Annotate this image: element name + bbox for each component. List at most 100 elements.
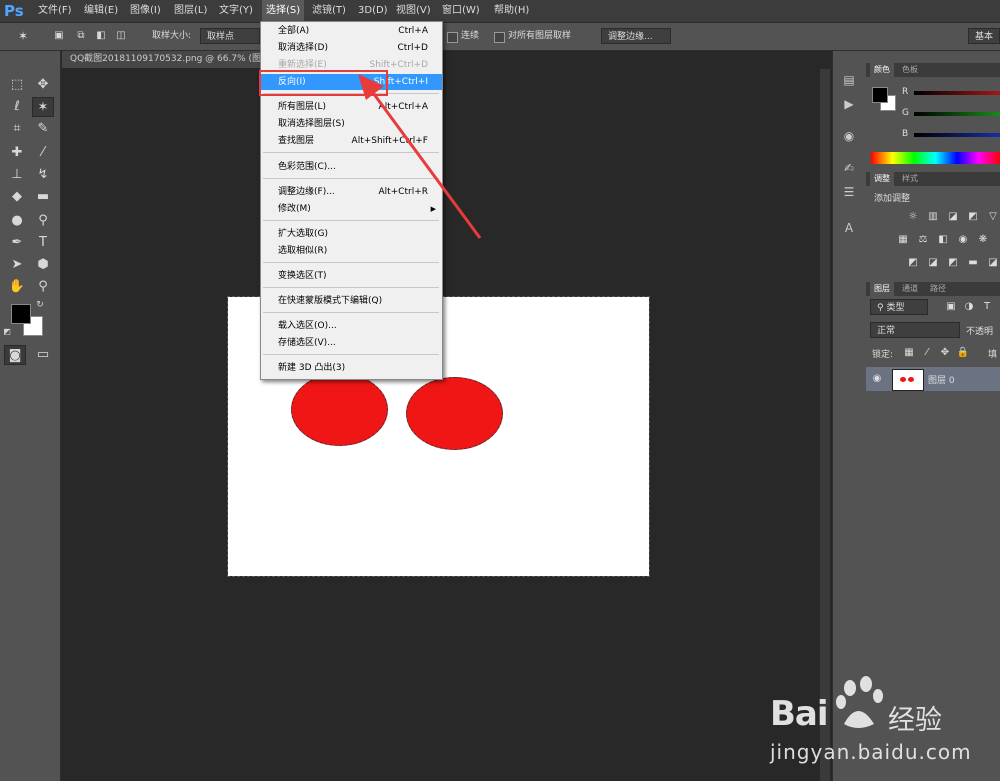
color-spectrum[interactable]	[871, 152, 1000, 164]
stamp-tool-icon[interactable]: ⊥	[6, 165, 28, 185]
eyedropper-tool-icon[interactable]: ✎	[32, 119, 54, 139]
exposure-icon[interactable]: ◩	[966, 211, 980, 223]
levels-icon[interactable]: ▥	[926, 211, 940, 223]
menu-item-transform[interactable]: 变换选区(T)	[261, 268, 442, 284]
document-tab[interactable]: QQ截图20181109170532.png @ 66.7% (图	[62, 51, 271, 68]
bw-icon[interactable]: ◧	[936, 234, 950, 246]
shape-tool-icon[interactable]: ⬢	[32, 255, 54, 275]
brush-tool-icon[interactable]: ⁄	[32, 143, 54, 163]
posterize-icon[interactable]: ◪	[926, 257, 940, 269]
path-select-icon[interactable]: ➤	[6, 255, 28, 275]
blur-tool-icon[interactable]: ●	[6, 211, 28, 231]
lasso-tool-icon[interactable]: ℓ	[6, 97, 28, 117]
threshold-icon[interactable]: ◩	[946, 257, 960, 269]
history-panel-icon[interactable]: ▤	[839, 71, 859, 89]
menu-help[interactable]: 帮助(H)	[490, 0, 533, 22]
menu-item-similar[interactable]: 选取相似(R)	[261, 243, 442, 259]
new-selection-icon[interactable]: ▣	[52, 26, 66, 46]
menu-select[interactable]: 选择(S)	[262, 0, 305, 22]
gradient-map-icon[interactable]: ▬	[966, 257, 980, 269]
intersect-selection-icon[interactable]: ◫	[114, 26, 128, 46]
lock-pixels-icon[interactable]: ▦	[902, 347, 916, 359]
contiguous-checkbox[interactable]	[447, 32, 458, 43]
selective-color-icon[interactable]: ◪	[986, 257, 1000, 269]
menu-file[interactable]: 文件(F)	[34, 0, 76, 22]
subtract-selection-icon[interactable]: ◧	[94, 26, 108, 46]
healing-tool-icon[interactable]: ✚	[6, 143, 28, 163]
curves-icon[interactable]: ◪	[946, 211, 960, 223]
crop-tool-icon[interactable]: ⌗	[6, 119, 28, 139]
magic-wand-tool-icon[interactable]: ✶	[32, 97, 54, 117]
eraser-tool-icon[interactable]: ◆	[6, 187, 28, 207]
menu-type[interactable]: 文字(Y)	[215, 0, 257, 22]
sample-size-select[interactable]: 取样点	[200, 28, 260, 44]
magic-wand-preset-icon[interactable]: ✶	[12, 26, 34, 46]
layer-row[interactable]: ◉ 图层 0	[866, 367, 1000, 391]
menu-item-quick-mask[interactable]: 在快速蒙版模式下编辑(Q)	[261, 293, 442, 309]
brush-panel-icon[interactable]: ✍	[839, 159, 859, 177]
info-panel-icon[interactable]: ◉	[839, 127, 859, 145]
marquee-tool-icon[interactable]: ⬚	[6, 75, 28, 95]
brightness-icon[interactable]: ☼	[906, 211, 920, 223]
menu-edit[interactable]: 编辑(E)	[80, 0, 122, 22]
character-panel-icon[interactable]: A	[839, 219, 859, 237]
menu-item-save-selection[interactable]: 存储选区(V)...	[261, 335, 442, 351]
tab-channels[interactable]: 通道	[898, 282, 922, 296]
zoom-tool-icon[interactable]: ⚲	[32, 277, 54, 297]
layer-visibility-icon[interactable]: ◉	[870, 373, 884, 385]
all-layers-checkbox[interactable]	[494, 32, 505, 43]
dodge-tool-icon[interactable]: ⚲	[32, 211, 54, 231]
menu-layer[interactable]: 图层(L)	[170, 0, 211, 22]
refine-edge-button[interactable]: 调整边缘...	[601, 28, 671, 44]
gradient-tool-icon[interactable]: ▬	[32, 187, 54, 207]
menu-3d[interactable]: 3D(D)	[354, 0, 392, 22]
menu-window[interactable]: 窗口(W)	[438, 0, 484, 22]
mixer-icon[interactable]: ❋	[976, 234, 990, 246]
default-colors-icon[interactable]: ◩	[2, 327, 12, 337]
contiguous-label: 连续	[461, 31, 480, 41]
channel-g-slider[interactable]	[914, 112, 1000, 116]
actions-play-icon[interactable]: ▶	[839, 95, 859, 113]
filter-pixel-icon[interactable]: ▣	[944, 301, 958, 313]
filter-type-icon[interactable]: T	[980, 301, 994, 313]
tab-paths[interactable]: 路径	[926, 282, 950, 296]
hand-tool-icon[interactable]: ✋	[6, 277, 28, 297]
history-brush-icon[interactable]: ↯	[32, 165, 54, 185]
foreground-color-swatch[interactable]	[11, 304, 31, 324]
balance-icon[interactable]: ⚖	[916, 234, 930, 246]
menu-item-all[interactable]: 全部(A) Ctrl+A	[261, 23, 442, 39]
tab-layers[interactable]: 图层	[870, 282, 894, 296]
pen-tool-icon[interactable]: ✒	[6, 233, 28, 253]
menu-item-load-selection[interactable]: 载入选区(O)...	[261, 318, 442, 334]
workspace-button[interactable]: 基本	[968, 28, 1000, 44]
menu-view[interactable]: 视图(V)	[392, 0, 435, 22]
menu-item-deselect[interactable]: 取消选择(D) Ctrl+D	[261, 40, 442, 56]
tab-styles[interactable]: 样式	[898, 172, 922, 186]
menu-filter[interactable]: 滤镜(T)	[308, 0, 350, 22]
vibrance-icon[interactable]: ▽	[986, 211, 1000, 223]
screen-mode-icon[interactable]: ▭	[32, 345, 54, 365]
swap-colors-icon[interactable]: ↻	[34, 299, 46, 311]
color-fg-swatch[interactable]	[872, 87, 888, 103]
lock-all-icon[interactable]: 🔒	[956, 347, 970, 359]
add-selection-icon[interactable]: ⧉	[74, 26, 88, 46]
hue-icon[interactable]: ▦	[896, 234, 910, 246]
tab-swatches[interactable]: 色板	[898, 63, 922, 77]
channel-b-slider[interactable]	[914, 133, 1000, 137]
tab-adjustments[interactable]: 调整	[870, 172, 894, 186]
channel-r-slider[interactable]	[914, 91, 1000, 95]
menu-image[interactable]: 图像(I)	[126, 0, 165, 22]
lock-paint-icon[interactable]: ⁄	[920, 347, 934, 359]
menu-item-3d-extrusion[interactable]: 新建 3D 凸出(3)	[261, 360, 442, 376]
lock-position-icon[interactable]: ✥	[938, 347, 952, 359]
invert-icon[interactable]: ◩	[906, 257, 920, 269]
tab-color[interactable]: 颜色	[870, 63, 894, 77]
quick-mask-icon[interactable]: ◙	[4, 345, 26, 365]
move-tool-icon[interactable]: ✥	[32, 75, 54, 95]
filter-adjust-icon[interactable]: ◑	[962, 301, 976, 313]
blend-mode-select[interactable]: 正常	[870, 322, 960, 338]
photo-filter-icon[interactable]: ◉	[956, 234, 970, 246]
layer-filter-select[interactable]: ⚲ 类型	[870, 299, 928, 315]
type-tool-icon[interactable]: T	[32, 233, 54, 253]
properties-panel-icon[interactable]: ☰	[839, 183, 859, 201]
